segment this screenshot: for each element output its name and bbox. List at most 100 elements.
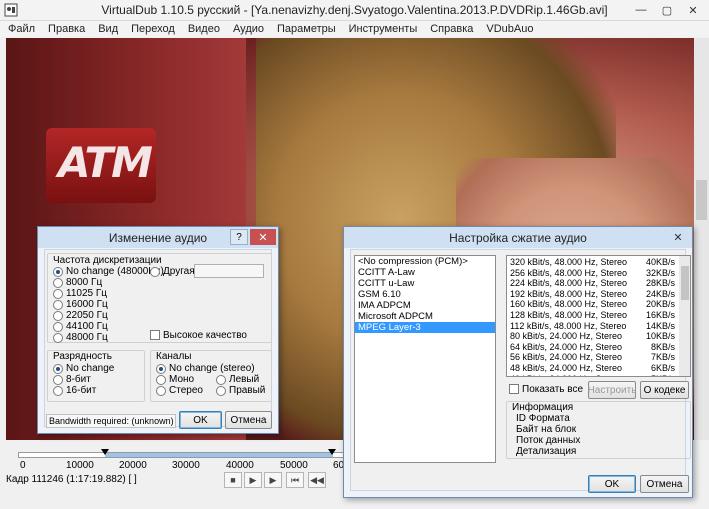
bandwidth-status: Bandwidth required: (unknown): [46, 414, 176, 428]
bits-16-radio[interactable]: [53, 386, 63, 396]
menu-options[interactable]: Параметры: [277, 23, 336, 35]
format-item[interactable]: 224 kBit/s, 48.000 Hz, Stereo 28KB/s: [507, 278, 678, 289]
play-input-button[interactable]: ▶: [244, 472, 262, 488]
format-item[interactable]: 192 kBit/s, 48.000 Hz, Stereo 24KB/s: [507, 289, 678, 300]
sampling-rate-label: Частота дискретизации: [53, 255, 162, 266]
channels-right-radio[interactable]: [216, 386, 226, 396]
close-button[interactable]: ✕: [682, 2, 704, 18]
codec-item[interactable]: IMA ADPCM: [355, 300, 495, 311]
menu-help[interactable]: Справка: [430, 23, 473, 35]
minimize-button[interactable]: —: [630, 2, 652, 18]
codec-item[interactable]: CCITT u-Law: [355, 278, 495, 289]
format-item[interactable]: 40 kBit/s, 24.000 Hz, Stereo5KB/s: [507, 374, 678, 376]
help-button[interactable]: ?: [230, 229, 248, 245]
show-all-checkbox[interactable]: [509, 384, 519, 394]
menu-edit[interactable]: Правка: [48, 23, 85, 35]
menu-go[interactable]: Переход: [131, 23, 175, 35]
format-item-rate: 24KB/s: [645, 288, 675, 299]
go-start-button[interactable]: ⏮: [286, 472, 304, 488]
help-icon: ?: [236, 231, 242, 243]
menu-view[interactable]: Вид: [98, 23, 118, 35]
format-item[interactable]: 80 kBit/s, 24.000 Hz, Stereo 10KB/s: [507, 331, 678, 342]
dialog-title: Настройка сжатие аудио: [449, 230, 587, 245]
menu-file[interactable]: Файл: [8, 23, 35, 35]
format-item[interactable]: 48 kBit/s, 24.000 Hz, Stereo 6KB/s: [507, 363, 678, 374]
format-list[interactable]: 320 kBit/s, 48.000 Hz, Stereo 40KB/s 256 k…: [506, 255, 691, 377]
close-icon: ✕: [688, 4, 698, 17]
rate-custom-radio[interactable]: [150, 267, 160, 277]
format-rows: 320 kBit/s, 48.000 Hz, Stereo 40KB/s 256 k…: [507, 257, 678, 376]
codec-item[interactable]: GSM 6.10: [355, 289, 495, 300]
ok-button[interactable]: OK: [179, 411, 222, 429]
codec-item[interactable]: Microsoft ADPCM: [355, 311, 495, 322]
menu-vdubauo[interactable]: VDubAuo: [486, 23, 533, 35]
codec-list[interactable]: <No compression (PCM)> CCITT A-Law CCITT…: [354, 255, 496, 463]
rate-option-label: 8000 Гц: [66, 277, 103, 288]
rate-11025-radio[interactable]: [53, 289, 63, 299]
audio-conversion-dialog: Изменение аудио ? ✕ Частота дискретизаци…: [37, 226, 279, 434]
channels-mono-radio[interactable]: [156, 375, 166, 385]
rate-option-label: 48000 Гц: [66, 332, 108, 343]
format-item-rate: 5KB/s: [645, 374, 675, 376]
bits-8-radio[interactable]: [53, 375, 63, 385]
channels-stereo-radio[interactable]: [156, 386, 166, 396]
cancel-button[interactable]: Отмена: [640, 475, 689, 493]
go-back-button[interactable]: ◀◀: [308, 472, 326, 488]
format-item[interactable]: 128 kBit/s, 48.000 Hz, Stereo 16KB/s: [507, 310, 678, 321]
rate-22050-radio[interactable]: [53, 311, 63, 321]
channels-no-change-radio[interactable]: [156, 364, 166, 374]
maximize-button[interactable]: ▢: [656, 2, 678, 18]
format-item[interactable]: 112 kBit/s, 48.000 Hz, Stereo 14KB/s: [507, 321, 678, 332]
play-icon: ▶: [249, 474, 257, 485]
format-item[interactable]: 160 kBit/s, 48.000 Hz, Stereo 20KB/s: [507, 299, 678, 310]
bit-depth-label: Разрядность: [53, 351, 112, 362]
about-codec-button[interactable]: О кодеке: [640, 381, 689, 399]
menu-video[interactable]: Видео: [188, 23, 220, 35]
play-output-button[interactable]: ▶: [264, 472, 282, 488]
high-quality-checkbox[interactable]: [150, 330, 160, 340]
ok-button[interactable]: OK: [588, 475, 636, 493]
info-title: Информация: [512, 402, 574, 413]
format-item[interactable]: 56 kBit/s, 24.000 Hz, Stereo 7KB/s: [507, 352, 678, 363]
timeline-position-marker[interactable]: [328, 449, 336, 455]
format-item[interactable]: 320 kBit/s, 48.000 Hz, Stereo 40KB/s: [507, 257, 678, 268]
timeline-tick: 30000: [172, 460, 200, 471]
channels-label: Каналы: [156, 351, 192, 362]
format-item-name: 112 kBit/s, 48.000 Hz, Stereo: [510, 320, 627, 331]
close-button[interactable]: ✕: [666, 229, 690, 245]
rate-16000-radio[interactable]: [53, 300, 63, 310]
go-back-icon: ◀◀: [310, 474, 324, 485]
menu-audio[interactable]: Аудио: [233, 23, 264, 35]
info-field-block-bytes: Байт на блок: [516, 424, 577, 435]
scrollbar-thumb[interactable]: [696, 180, 707, 220]
codec-item[interactable]: CCITT A-Law: [355, 267, 495, 278]
rate-44100-radio[interactable]: [53, 322, 63, 332]
format-item[interactable]: 256 kBit/s, 48.000 Hz, Stereo 32KB/s: [507, 268, 678, 279]
channels-left-radio[interactable]: [216, 375, 226, 385]
timeline-start-marker[interactable]: [101, 449, 109, 455]
maximize-icon: ▢: [661, 4, 673, 17]
codec-item[interactable]: <No compression (PCM)>: [355, 256, 495, 267]
menu-tools[interactable]: Инструменты: [349, 23, 418, 35]
timeline-selection: [105, 453, 333, 457]
cancel-button[interactable]: Отмена: [225, 411, 272, 429]
format-item-rate: 10KB/s: [645, 331, 675, 342]
configure-button[interactable]: Настроить: [588, 381, 636, 399]
rate-48000-radio[interactable]: [53, 333, 63, 343]
timeline-tick: 40000: [226, 460, 254, 471]
audio-compression-dialog: Настройка сжатие аудио ✕ <No compression…: [343, 226, 693, 498]
custom-rate-input[interactable]: [194, 264, 264, 278]
bits-no-change-radio[interactable]: [53, 364, 63, 374]
format-scrollbar-thumb[interactable]: [681, 266, 689, 300]
vertical-scrollbar[interactable]: [694, 38, 709, 440]
rate-8000-radio[interactable]: [53, 278, 63, 288]
codec-item-selected[interactable]: MPEG Layer-3: [355, 322, 495, 333]
rate-no-change-radio[interactable]: [53, 267, 63, 277]
rate-option-label: 16000 Гц: [66, 299, 108, 310]
timeline-tick: 50000: [280, 460, 308, 471]
info-field-data-stream: Поток данных: [516, 435, 581, 446]
format-item[interactable]: 64 kBit/s, 24.000 Hz, Stereo 8KB/s: [507, 342, 678, 353]
stop-button[interactable]: ■: [224, 472, 242, 488]
close-button[interactable]: ✕: [250, 229, 276, 245]
bits-option-label: No change: [66, 363, 115, 374]
